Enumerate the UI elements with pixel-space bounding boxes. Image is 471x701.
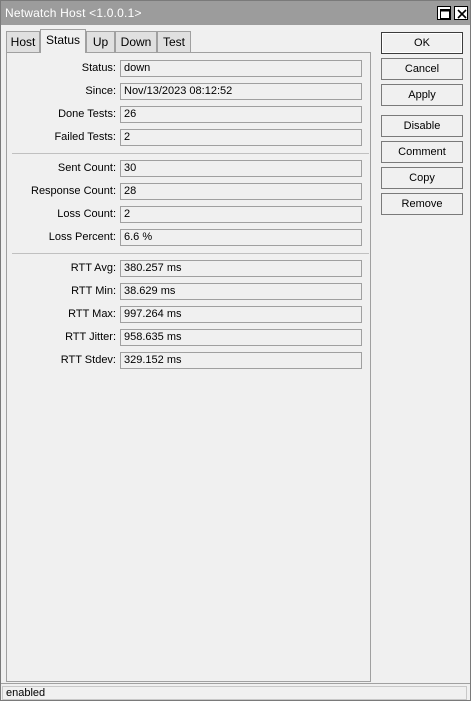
rtt-stdev-row: RTT Stdev: 329.152 ms (7, 352, 367, 370)
status-field: down (120, 60, 362, 77)
apply-button[interactable]: Apply (381, 84, 463, 106)
status-label: Status: (81, 62, 116, 74)
rtt-jitter-row: RTT Jitter: 958.635 ms (7, 329, 367, 347)
sent-count-label: Sent Count: (57, 162, 116, 174)
tab-test[interactable]: Test (157, 31, 191, 52)
tab-down[interactable]: Down (115, 31, 157, 52)
status-row: Status: down (7, 60, 367, 78)
failed-tests-field: 2 (120, 129, 362, 146)
status-bar: enabled (1, 683, 470, 700)
rtt-max-row: RTT Max: 997.264 ms (7, 306, 367, 324)
done-tests-label: Done Tests: (58, 108, 116, 120)
tab-status[interactable]: Status (40, 29, 86, 53)
section-divider (12, 253, 369, 254)
close-icon[interactable] (454, 6, 468, 20)
rtt-avg-field: 380.257 ms (120, 260, 362, 277)
restore-icon[interactable] (437, 6, 451, 20)
rtt-stdev-field: 329.152 ms (120, 352, 362, 369)
status-bar-text: enabled (2, 686, 467, 700)
rtt-min-label: RTT Min: (71, 285, 116, 297)
loss-count-label: Loss Count: (57, 208, 116, 220)
loss-count-row: Loss Count: 2 (7, 206, 367, 224)
tab-host[interactable]: Host (6, 31, 40, 52)
rtt-avg-row: RTT Avg: 380.257 ms (7, 260, 367, 278)
rtt-min-row: RTT Min: 38.629 ms (7, 283, 367, 301)
sent-count-row: Sent Count: 30 (7, 160, 367, 178)
since-field: Nov/13/2023 08:12:52 (120, 83, 362, 100)
netwatch-host-window: Netwatch Host <1.0.0.1> Host Status Up D… (0, 0, 471, 701)
done-tests-row: Done Tests: 26 (7, 106, 367, 124)
title-bar[interactable]: Netwatch Host <1.0.0.1> (1, 1, 470, 25)
cancel-button[interactable]: Cancel (381, 58, 463, 80)
comment-button[interactable]: Comment (381, 141, 463, 163)
ok-button[interactable]: OK (381, 32, 463, 54)
remove-button[interactable]: Remove (381, 193, 463, 215)
loss-count-field: 2 (120, 206, 362, 223)
rtt-jitter-field: 958.635 ms (120, 329, 362, 346)
since-label: Since: (85, 85, 116, 97)
rtt-min-field: 38.629 ms (120, 283, 362, 300)
since-row: Since: Nov/13/2023 08:12:52 (7, 83, 367, 101)
rtt-max-label: RTT Max: (68, 308, 116, 320)
rtt-avg-label: RTT Avg: (70, 262, 116, 274)
loss-percent-row: Loss Percent: 6.6 % (7, 229, 367, 247)
response-count-label: Response Count: (31, 185, 116, 197)
section-divider (12, 153, 369, 154)
response-count-row: Response Count: 28 (7, 183, 367, 201)
rtt-stdev-label: RTT Stdev: (60, 354, 116, 366)
window-title: Netwatch Host <1.0.0.1> (5, 6, 142, 20)
rtt-jitter-label: RTT Jitter: (65, 331, 116, 343)
failed-tests-row: Failed Tests: 2 (7, 129, 367, 147)
rtt-max-field: 997.264 ms (120, 306, 362, 323)
status-panel: Status: down Since: Nov/13/2023 08:12:52… (6, 52, 371, 682)
loss-percent-field: 6.6 % (120, 229, 362, 246)
response-count-field: 28 (120, 183, 362, 200)
loss-percent-label: Loss Percent: (48, 231, 116, 243)
sent-count-field: 30 (120, 160, 362, 177)
disable-button[interactable]: Disable (381, 115, 463, 137)
failed-tests-label: Failed Tests: (54, 131, 116, 143)
copy-button[interactable]: Copy (381, 167, 463, 189)
done-tests-field: 26 (120, 106, 362, 123)
tab-up[interactable]: Up (86, 31, 115, 52)
